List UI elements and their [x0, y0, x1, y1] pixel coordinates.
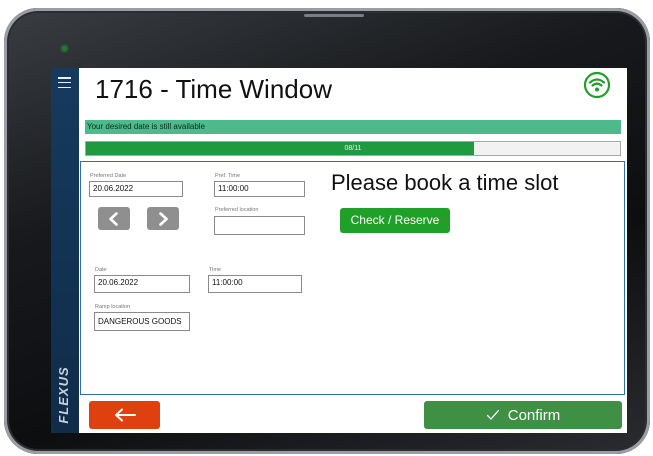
check-reserve-button[interactable]: Check / Reserve	[340, 208, 450, 233]
progress-bar: 08/11	[85, 141, 621, 156]
ramp-location-label: Ramp location	[95, 304, 131, 310]
booking-headline: Please book a time slot	[331, 170, 559, 195]
time-field[interactable]: 11:00:00	[208, 275, 302, 293]
wifi-icon	[583, 71, 611, 99]
confirm-button[interactable]: Confirm	[424, 401, 622, 429]
booking-panel: Preferred Date 20.06.2022 Pref. Time 11:…	[80, 161, 625, 395]
ramp-location-field[interactable]: DANGEROUS GOODS	[94, 312, 190, 331]
next-date-button[interactable]	[147, 207, 179, 230]
tablet-bezel: FLEXUS 1716 - Time Window Your desired d…	[4, 8, 650, 454]
pref-time-field[interactable]: 11:00:00	[214, 181, 305, 197]
preferred-date-field[interactable]: 20.06.2022	[89, 181, 183, 197]
preferred-location-label: Preferred location	[215, 207, 259, 213]
time-label: Time	[209, 267, 222, 273]
brand-logo: FLEXUS	[56, 366, 71, 424]
bezel-button	[304, 14, 364, 17]
previous-date-button[interactable]	[98, 207, 130, 230]
camera-indicator	[62, 46, 67, 51]
page-title: 1716 - Time Window	[95, 74, 332, 104]
date-field[interactable]: 20.06.2022	[94, 275, 190, 293]
preferred-date-label: Preferred Date	[90, 173, 127, 179]
chevron-left-icon	[109, 211, 118, 226]
progress-text: 08/11	[344, 145, 362, 152]
date-label: Date	[95, 267, 107, 273]
checkmark-icon	[486, 409, 499, 420]
menu-icon[interactable]	[58, 77, 71, 88]
pref-time-label: Pref. Time	[215, 173, 241, 179]
sidebar: FLEXUS	[51, 68, 79, 433]
back-button[interactable]	[89, 401, 160, 429]
arrow-left-icon	[114, 408, 136, 422]
confirm-label: Confirm	[507, 406, 561, 424]
app-screen: FLEXUS 1716 - Time Window Your desired d…	[51, 68, 627, 433]
preferred-location-field[interactable]	[214, 216, 305, 235]
chevron-right-icon	[159, 211, 168, 226]
availability-banner: Your desired date is still available	[85, 120, 621, 134]
